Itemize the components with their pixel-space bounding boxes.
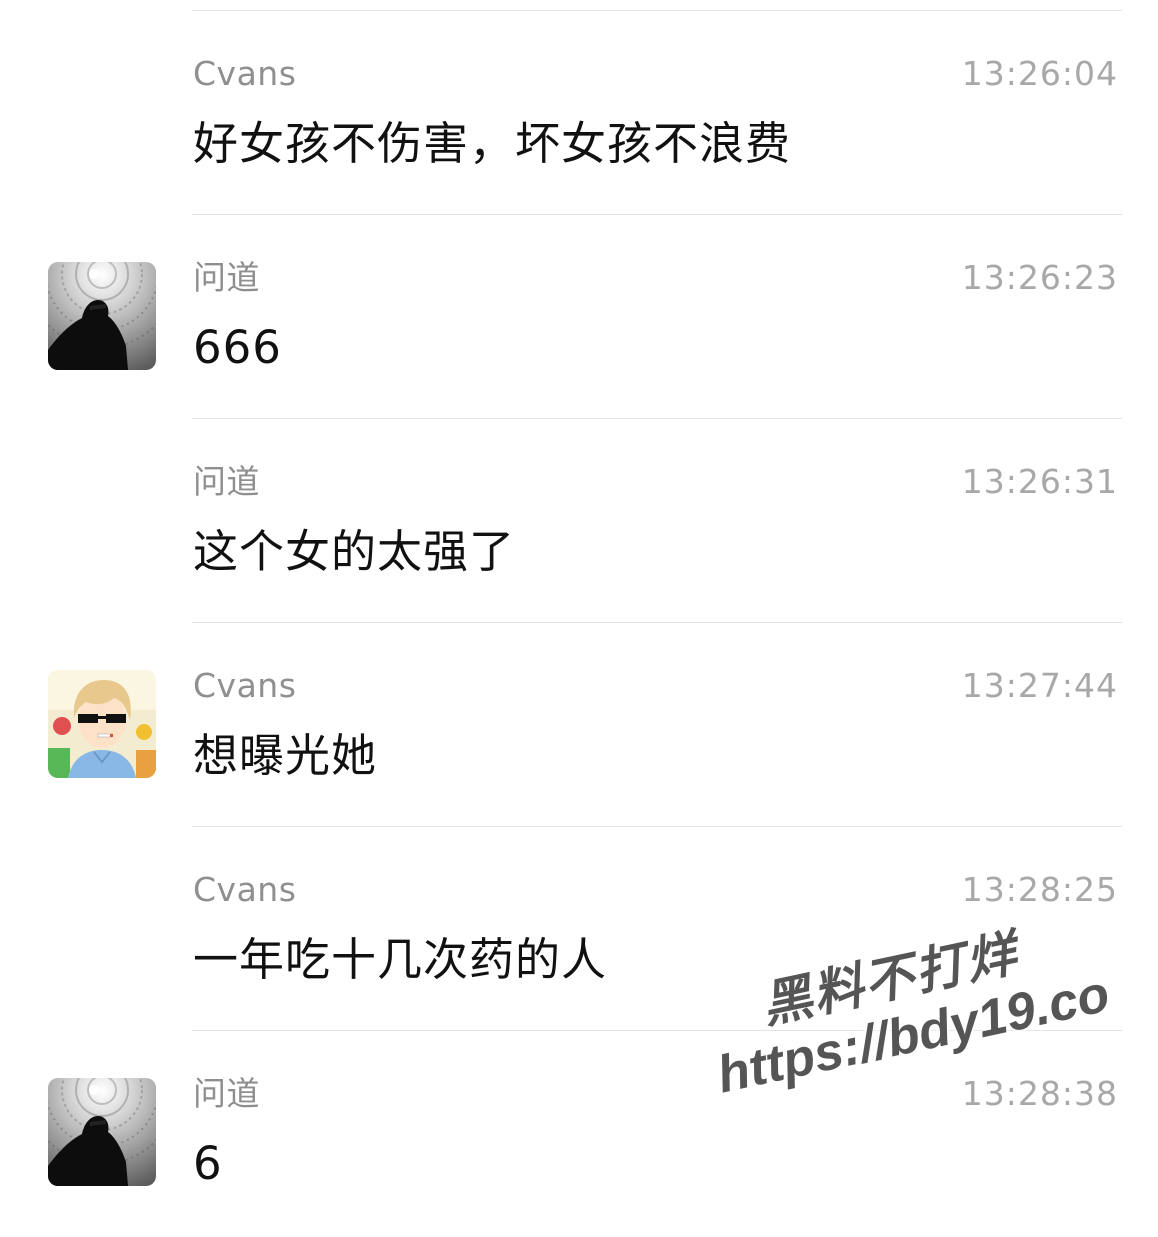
message-text[interactable]: 一年吃十几次药的人 [193,930,607,990]
sender-name[interactable]: Cvans [193,666,296,706]
avatar[interactable] [48,262,156,370]
message-text[interactable]: 6 [193,1134,223,1194]
message-text[interactable]: 好女孩不伤害，坏女孩不浪费 [193,114,791,174]
message-time: 13:26:23 [961,258,1118,297]
avatar[interactable] [48,670,156,778]
message-time: 13:26:31 [961,462,1118,501]
cvans-avatar-image [48,670,156,778]
message-time: 13:28:38 [961,1074,1118,1113]
message-row[interactable]: Cvans 13:28:25 一年吃十几次药的人 [0,826,1158,1030]
avatar[interactable] [48,1078,156,1186]
message-text[interactable]: 666 [193,318,282,378]
sender-name[interactable]: Cvans [193,870,296,910]
message-row[interactable]: 问道 13:26:31 这个女的太强了 [0,418,1158,622]
message-row[interactable]: Cvans 13:27:44 想曝光她 [0,622,1158,826]
message-time: 13:26:04 [961,54,1118,93]
sender-name[interactable]: Cvans [193,54,296,94]
wendao-avatar-image [48,1078,156,1186]
message-text[interactable]: 想曝光她 [193,726,377,786]
message-row[interactable]: 问道 13:26:23 666 [0,214,1158,418]
message-row[interactable]: 问道 13:28:38 6 [0,1030,1158,1234]
sender-name[interactable]: 问道 [193,462,260,502]
wendao-avatar-image [48,262,156,370]
message-time: 13:28:25 [961,870,1118,909]
message-time: 13:27:44 [961,666,1118,705]
message-text[interactable]: 这个女的太强了 [193,522,515,582]
message-row[interactable]: Cvans 13:26:04 好女孩不伤害，坏女孩不浪费 [0,10,1158,214]
sender-name[interactable]: 问道 [193,258,260,298]
sender-name[interactable]: 问道 [193,1074,260,1114]
